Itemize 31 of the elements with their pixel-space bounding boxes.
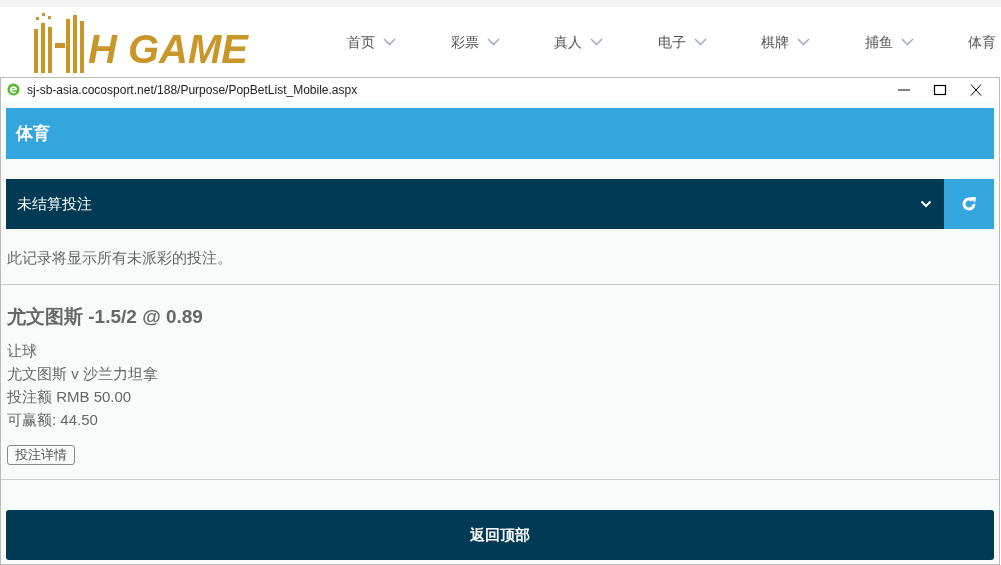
bet-detail-text: 让球 [7, 341, 38, 361]
bet-detail-text: 可赢额: 44.50 [7, 410, 99, 430]
logo-text: H GAME [88, 29, 248, 69]
page-header: 体育 [6, 108, 994, 159]
nav-link[interactable]: 体育 [968, 31, 996, 53]
nav-link[interactable]: 电子 [657, 31, 686, 53]
back-to-top-button[interactable]: 返回顶部 [6, 510, 994, 560]
nav-link[interactable]: 真人 [554, 31, 582, 53]
maximize-icon[interactable] [933, 83, 947, 96]
chevron-down-icon [693, 38, 707, 46]
refresh-icon [960, 195, 978, 213]
chevron-down-icon [590, 38, 603, 46]
bet-details-button[interactable]: 投注详情 [7, 445, 75, 465]
bet-filter-select[interactable]: 未结算投注 [6, 179, 944, 229]
close-icon[interactable] [969, 83, 983, 96]
bet-detail-text: 投注额 RMB 50.00 [7, 387, 133, 407]
nav-link[interactable]: 棋牌 [761, 31, 789, 53]
nav-link[interactable]: 彩票 [450, 31, 479, 53]
chevron-down-icon [920, 200, 932, 208]
info-text: 此记录将显示所有未派彩的投注。 [6, 248, 233, 268]
chevron-down-icon [383, 38, 396, 46]
bet-detail-text: 尤文图斯 v 沙兰力坦拿 [7, 364, 159, 384]
nav-link[interactable]: 捕鱼 [864, 31, 893, 53]
browser-icon [7, 83, 20, 96]
chevron-down-icon [486, 38, 500, 46]
bet-title: 尤文图斯 -1.5/2 @ 0.89 [7, 305, 204, 329]
nav-link[interactable]: 首页 [347, 31, 375, 53]
window-url: sj-sb-asia.cocosport.net/188/Purpose/PopBetList_Mobile.aspx [27, 81, 358, 99]
chevron-down-icon [797, 38, 810, 46]
chevron-down-icon [900, 38, 914, 46]
refresh-button[interactable] [944, 179, 994, 229]
